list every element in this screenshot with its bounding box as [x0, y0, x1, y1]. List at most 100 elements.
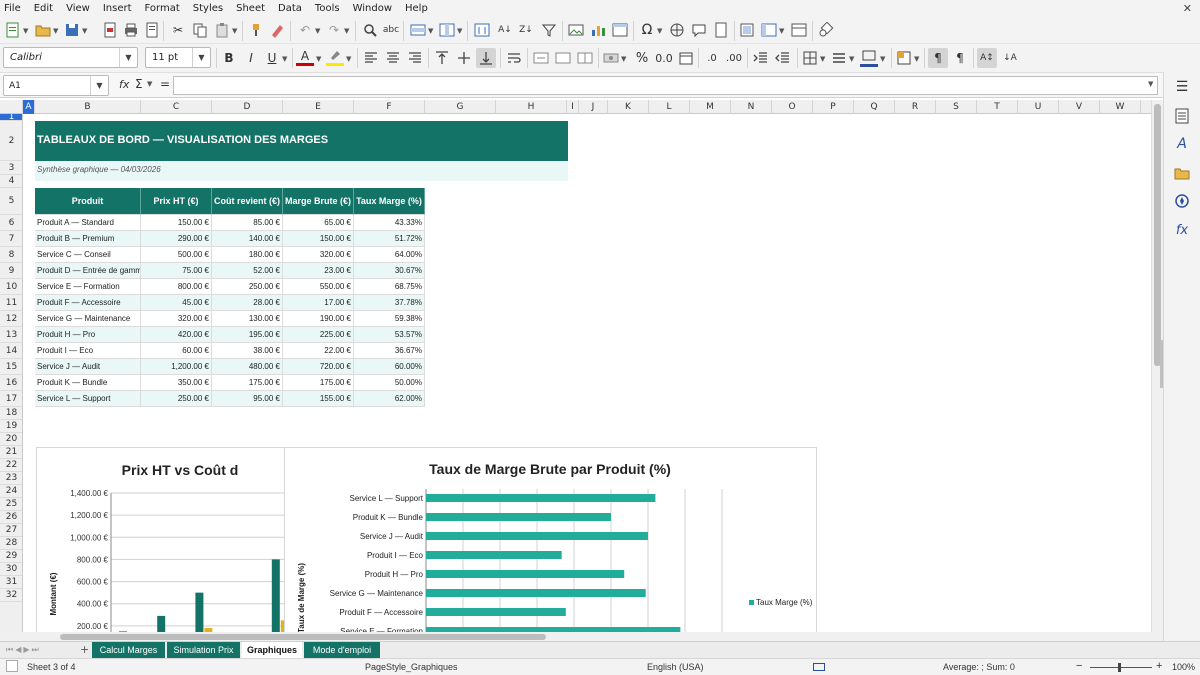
column-header-d[interactable]: D — [212, 100, 283, 114]
cut-icon[interactable]: ✂ — [169, 21, 187, 39]
table-cell[interactable]: Service L — Support — [35, 391, 141, 407]
delete-decimal-icon[interactable]: .00 — [725, 49, 743, 67]
row-header-2[interactable]: 2 — [0, 121, 22, 161]
paste-icon[interactable] — [213, 21, 231, 39]
chevron-down-icon[interactable]: ▼ — [428, 27, 433, 35]
align-right-icon[interactable] — [406, 49, 424, 67]
sheet-tab-1[interactable]: Simulation Prix — [167, 642, 240, 658]
tab-navigation-buttons[interactable]: ⏮ ◀ ▶ ⏭ — [6, 645, 68, 655]
column-icon[interactable] — [438, 21, 456, 39]
open-folder-icon[interactable] — [34, 21, 52, 39]
chevron-down-icon[interactable]: ▼ — [346, 55, 351, 63]
table-cell[interactable]: 350.00 € — [141, 375, 212, 391]
table-cell[interactable]: 60.00 € — [141, 343, 212, 359]
text-orientation-vertical-icon[interactable]: ↓A — [1001, 49, 1019, 67]
table-cell[interactable]: 37.78% — [354, 295, 425, 311]
chart-1-bar[interactable] — [195, 592, 204, 632]
column-header-v[interactable]: V — [1059, 100, 1100, 114]
row-header-14[interactable]: 14 — [0, 343, 22, 359]
table-cell[interactable]: 43.33% — [354, 215, 425, 231]
row-header-22[interactable]: 22 — [0, 459, 22, 472]
chevron-down-icon[interactable]: ▼ — [282, 55, 287, 63]
gallery-icon[interactable] — [1173, 164, 1191, 182]
table-cell[interactable]: 38.00 € — [212, 343, 283, 359]
row-header-15[interactable]: 15 — [0, 359, 22, 375]
page-style[interactable]: PageStyle_Graphiques — [365, 662, 458, 672]
column-header-l[interactable]: L — [649, 100, 690, 114]
menu-sheet[interactable]: Sheet — [236, 3, 265, 14]
row-header-28[interactable]: 28 — [0, 537, 22, 550]
chevron-down-icon[interactable]: ▼ — [657, 27, 662, 35]
row-header-30[interactable]: 30 — [0, 563, 22, 576]
row-header-18[interactable]: 18 — [0, 407, 22, 420]
merge-center-icon[interactable] — [532, 49, 550, 67]
copy-icon[interactable] — [191, 21, 209, 39]
column-header-e[interactable]: E — [283, 100, 354, 114]
headers-footers-icon[interactable] — [712, 21, 730, 39]
table-cell[interactable]: 65.00 € — [283, 215, 354, 231]
table-cell[interactable]: 85.00 € — [212, 215, 283, 231]
column-header-w[interactable]: W — [1100, 100, 1141, 114]
table-cell[interactable]: 68.75% — [354, 279, 425, 295]
align-top-icon[interactable] — [433, 49, 451, 67]
chart-1-bar[interactable] — [157, 615, 166, 632]
table-cell[interactable]: 28.00 € — [212, 295, 283, 311]
table-cell[interactable]: Produit F — Accessoire — [35, 295, 141, 311]
table-cell[interactable]: 95.00 € — [212, 391, 283, 407]
text-orientation-horizontal-icon[interactable]: A↕ — [977, 48, 997, 68]
clone-formatting-icon[interactable] — [247, 21, 265, 39]
chevron-down-icon[interactable]: ▼ — [316, 55, 321, 63]
row-header-25[interactable]: 25 — [0, 498, 22, 511]
column-header-m[interactable]: M — [690, 100, 731, 114]
table-cell[interactable]: 17.00 € — [283, 295, 354, 311]
cell-grid[interactable]: TABLEAUX DE BORD — VISUALISATION DES MAR… — [23, 114, 1151, 632]
row-header-10[interactable]: 10 — [0, 279, 22, 295]
column-header-k[interactable]: K — [608, 100, 649, 114]
menu-help[interactable]: Help — [405, 3, 428, 14]
zoom-slider-thumb[interactable] — [1118, 663, 1121, 672]
chevron-down-icon[interactable]: ▼ — [315, 27, 320, 35]
border-color-icon[interactable] — [860, 49, 878, 67]
column-header-b[interactable]: B — [35, 100, 141, 114]
center-vertically-icon[interactable] — [455, 49, 473, 67]
formula-input[interactable] — [173, 76, 1158, 95]
previous-sheet-icon[interactable]: ◀ — [15, 645, 21, 655]
row-header-9[interactable]: 9 — [0, 263, 22, 279]
chevron-down-icon[interactable]: ▼ — [119, 48, 137, 67]
chevron-down-icon[interactable]: ▼ — [232, 27, 237, 35]
font-color-icon[interactable]: A — [296, 48, 314, 66]
zoom-out-button[interactable]: − — [1076, 660, 1082, 672]
bold-icon[interactable]: B — [220, 49, 238, 67]
column-header-o[interactable]: O — [772, 100, 813, 114]
sort-descending-icon[interactable]: Z↓ — [517, 21, 535, 39]
row-header-21[interactable]: 21 — [0, 446, 22, 459]
table-cell[interactable]: 190.00 € — [283, 311, 354, 327]
add-sheet-icon[interactable]: + — [80, 643, 89, 656]
align-center-icon[interactable] — [384, 49, 402, 67]
split-window-icon[interactable] — [790, 21, 808, 39]
table-header-cell[interactable]: Produit — [35, 188, 141, 215]
row-header-29[interactable]: 29 — [0, 550, 22, 563]
insert-image-icon[interactable] — [567, 21, 585, 39]
align-bottom-icon[interactable] — [476, 48, 496, 68]
column-header-u[interactable]: U — [1018, 100, 1059, 114]
sort-ascending-icon[interactable]: A↓ — [496, 21, 514, 39]
menu-file[interactable]: File — [4, 3, 21, 14]
row-header-6[interactable]: 6 — [0, 215, 22, 231]
export-pdf-icon[interactable] — [101, 21, 119, 39]
formula-equals-icon[interactable]: = — [160, 77, 170, 91]
vertical-scroll-thumb[interactable] — [1154, 104, 1161, 366]
chevron-down-icon[interactable]: ▼ — [457, 27, 462, 35]
row-header-12[interactable]: 12 — [0, 311, 22, 327]
table-cell[interactable]: Service J — Audit — [35, 359, 141, 375]
sort-icon[interactable] — [473, 21, 491, 39]
chevron-down-icon[interactable]: ▼ — [192, 48, 210, 67]
table-cell[interactable]: Service G — Maintenance — [35, 311, 141, 327]
spelling-icon[interactable]: abc — [382, 21, 400, 39]
styles-icon[interactable]: A — [1173, 135, 1191, 153]
border-style-icon[interactable] — [830, 49, 848, 67]
borders-icon[interactable] — [801, 49, 819, 67]
row-header-27[interactable]: 27 — [0, 524, 22, 537]
table-cell[interactable]: 550.00 € — [283, 279, 354, 295]
table-cell[interactable]: 175.00 € — [212, 375, 283, 391]
